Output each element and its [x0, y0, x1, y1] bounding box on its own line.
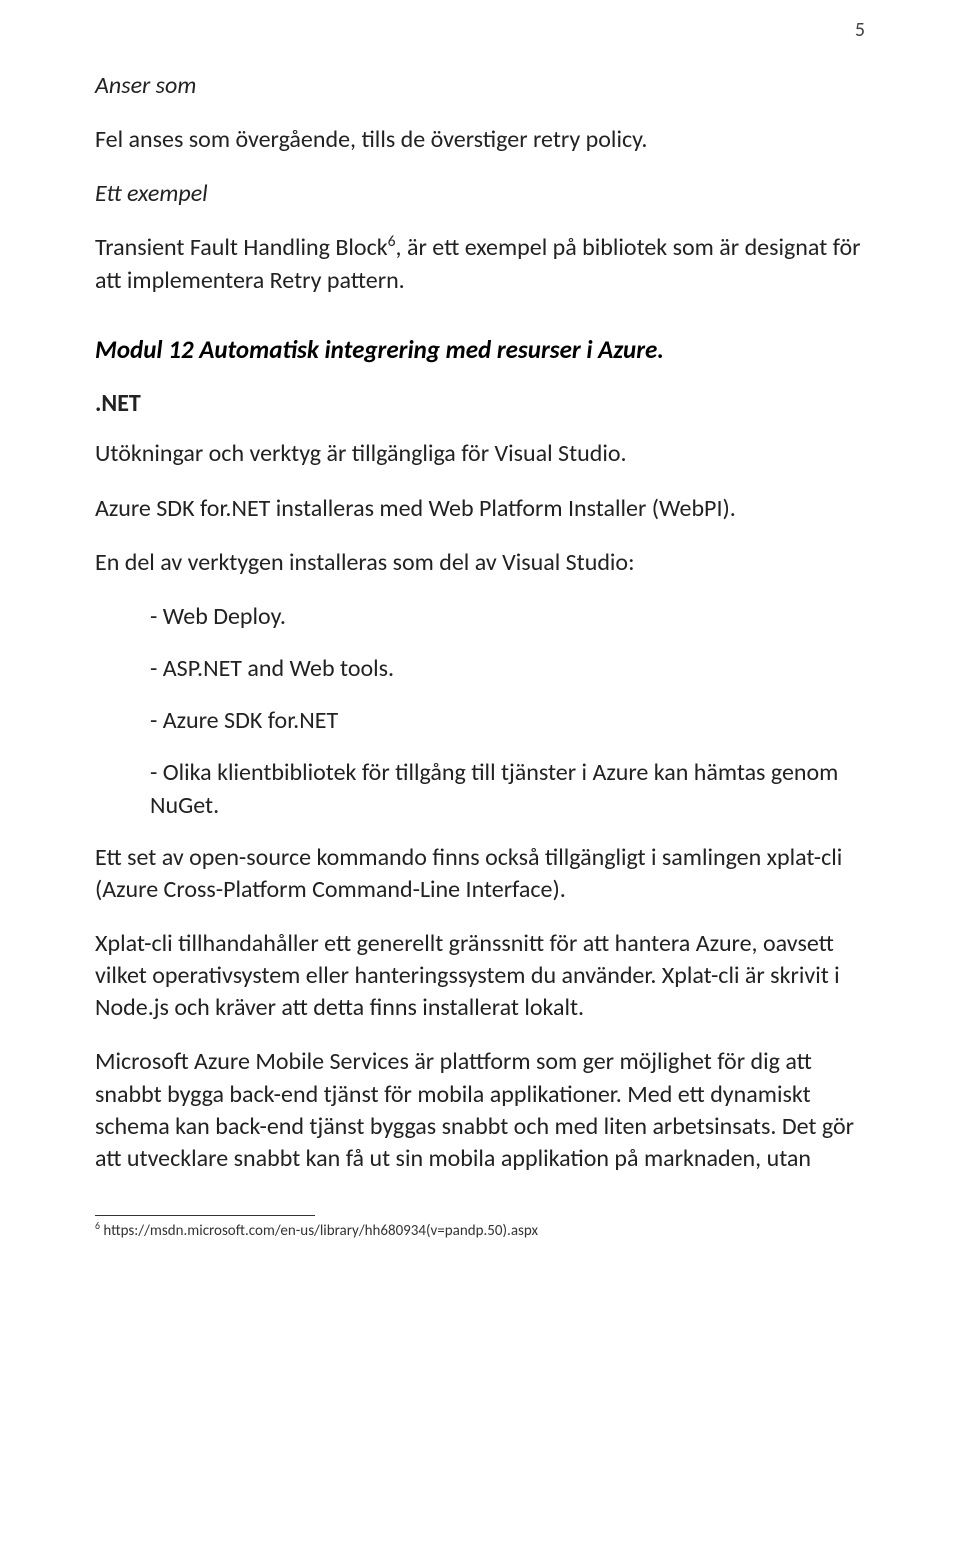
footnote-text: https://msdn.microsoft.com/en-us/library… [100, 1222, 538, 1240]
page-container: 5 Anser som Fel anses som övergående, ti… [0, 0, 960, 1547]
paragraph-mobile-services: Microsoft Azure Mobile Services är platt… [95, 1046, 865, 1175]
list-item: - Web Deploy. [150, 601, 865, 633]
footnote-separator [95, 1215, 315, 1216]
list-item: - Olika klientbibliotek för tillgång til… [150, 757, 865, 821]
paragraph-xplat-intro: Ett set av open-source kommando finns oc… [95, 842, 865, 906]
label-anser-som: Anser som [95, 70, 865, 102]
footnote-ref-6: 6 [388, 232, 396, 251]
label-ett-exempel: Ett exempel [95, 178, 865, 210]
heading-modul-12: Modul 12 Automatisk integrering med resu… [95, 333, 865, 367]
list-item: - ASP.NET and Web tools. [150, 653, 865, 685]
list-item: - Azure SDK for.NET [150, 705, 865, 737]
tool-list: - Web Deploy. - ASP.NET and Web tools. -… [95, 601, 865, 822]
page-number: 5 [855, 18, 865, 42]
paragraph-fel: Fel anses som övergående, tills de övers… [95, 124, 865, 156]
transient-pre: Transient Fault Handling Block [95, 233, 388, 262]
subheading-net: .NET [95, 388, 865, 420]
paragraph-xplat-detail: Xplat-cli tillhandahåller ett generellt … [95, 928, 865, 1024]
paragraph-endel: En del av verktygen installeras som del … [95, 547, 865, 579]
paragraph-utokningar: Utökningar och verktyg är tillgängliga f… [95, 438, 865, 470]
paragraph-sdk: Azure SDK for.NET installeras med Web Pl… [95, 493, 865, 525]
paragraph-transient: Transient Fault Handling Block6, är ett … [95, 232, 865, 296]
footnote-6: 6 https://msdn.microsoft.com/en-us/libra… [95, 1222, 865, 1242]
